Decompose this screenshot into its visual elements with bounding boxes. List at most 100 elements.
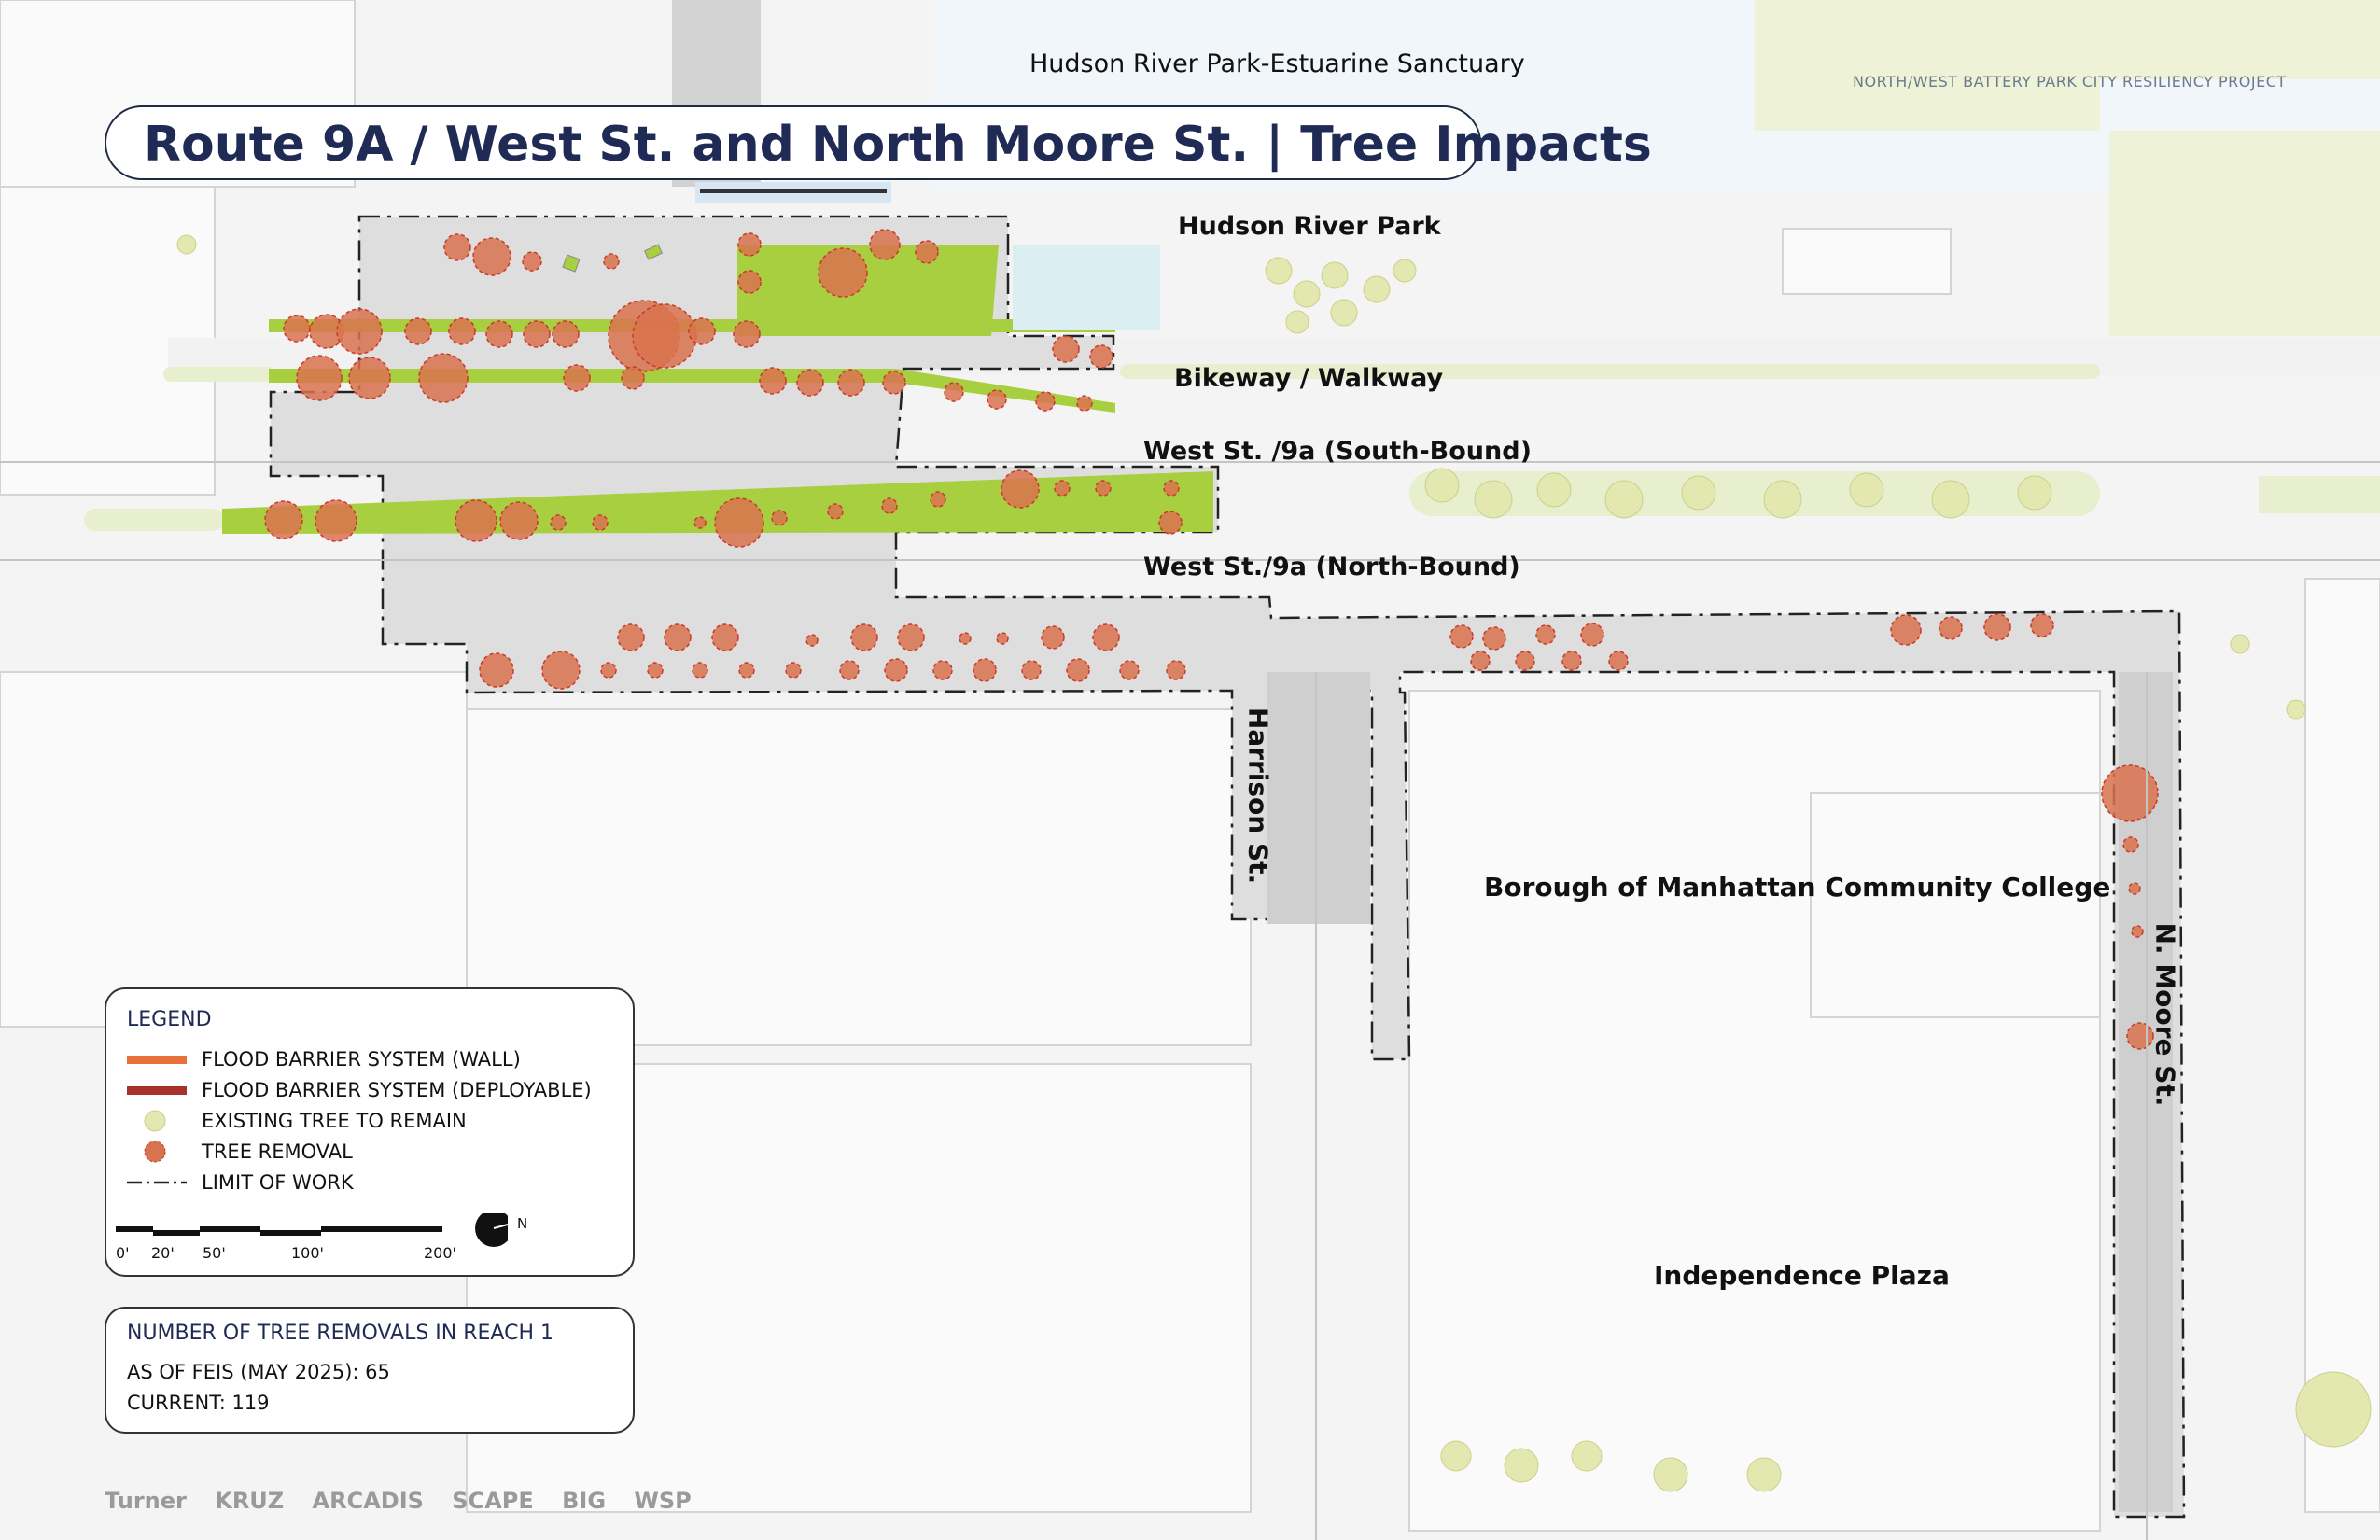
tree-removal	[1939, 616, 1963, 640]
tree-removal	[973, 658, 997, 682]
tree-removal	[2128, 882, 2141, 895]
tree-removal	[336, 308, 383, 355]
legend-panel: LEGEND FLOOD BARRIER SYSTEM (WALL) FLOOD…	[105, 987, 635, 1277]
label-sanctuary: Hudson River Park-Estuarine Sanctuary	[1029, 49, 1525, 78]
logo-big: BIG	[562, 1488, 607, 1514]
tree-removal	[1449, 624, 1474, 649]
legend-item-wall: FLOOD BARRIER SYSTEM (WALL)	[127, 1045, 521, 1073]
label-harrison: Harrison St.	[1242, 707, 1274, 885]
logo-turner: Turner	[105, 1488, 187, 1514]
tree-removal	[348, 357, 391, 399]
wall-line-icon	[127, 1056, 187, 1064]
logo-scape: SCAPE	[452, 1488, 534, 1514]
tree-removal	[523, 320, 551, 348]
tree-removal	[617, 623, 645, 651]
tree-removal	[592, 514, 609, 531]
existing-tree	[1746, 1457, 1782, 1492]
tree-removal	[796, 369, 824, 397]
tree-removal	[499, 501, 539, 540]
existing-tree	[1363, 275, 1391, 303]
existing-tree	[1424, 468, 1460, 503]
tree-removal	[884, 658, 908, 682]
tree-removal	[1021, 660, 1042, 680]
legend-label: FLOOD BARRIER SYSTEM (DEPLOYABLE)	[202, 1079, 592, 1101]
tree-removal	[869, 229, 901, 260]
tree-removal	[541, 651, 581, 690]
tree-removal	[552, 320, 580, 348]
pool	[1013, 245, 1160, 330]
tree-removal	[915, 240, 939, 264]
tree-removal	[664, 623, 692, 651]
tree-removal	[714, 497, 764, 548]
tree-removal	[1163, 480, 1180, 497]
existing-tree	[1330, 299, 1358, 327]
tree-removal	[1983, 613, 2011, 641]
existing-tree	[1653, 1457, 1688, 1492]
existing-tree	[1571, 1440, 1603, 1472]
tree-removal	[785, 662, 802, 679]
existing-tree	[1849, 472, 1884, 508]
park-lawn-east	[2109, 131, 2380, 336]
tree-removal	[688, 317, 716, 345]
tree-removal	[2101, 764, 2159, 822]
tree-removal	[1890, 614, 1922, 646]
tree-removal	[563, 364, 591, 392]
project-name: NORTH/WEST BATTERY PARK CITY RESILIENCY …	[1853, 73, 2287, 91]
tree-removal	[1001, 469, 1040, 509]
tree-removal	[2122, 836, 2139, 853]
tree-removal	[1470, 651, 1491, 671]
tree-removal	[737, 232, 762, 257]
label-bikeway: Bikeway / Walkway	[1174, 364, 1444, 393]
legend-label: LIMIT OF WORK	[202, 1171, 354, 1194]
existing-tree	[2230, 634, 2250, 654]
tree-removal	[632, 303, 697, 369]
tree-removal	[1608, 651, 1629, 671]
legend-item-tree-remain: EXISTING TREE TO REMAIN	[127, 1107, 467, 1135]
tree-removal	[1035, 391, 1056, 412]
label-south-bound: West St. /9a (South-Bound)	[1143, 437, 1532, 466]
tree-removal	[1041, 625, 1065, 650]
tree-removal	[1092, 623, 1120, 651]
tree-removal	[996, 632, 1009, 645]
tree-removal	[1052, 335, 1080, 363]
north-label: N	[517, 1215, 528, 1232]
tree-count-current: CURRENT: 119	[127, 1392, 270, 1414]
logo-arcadis: ARCADIS	[312, 1488, 424, 1514]
deployable-line-icon	[127, 1086, 187, 1095]
north-arrow-icon	[475, 1213, 508, 1247]
tree-removal	[1054, 480, 1071, 497]
label-n-moore: N. Moore St.	[2149, 922, 2181, 1107]
firm-logos: Turner KRUZ ARCADIS SCAPE BIG WSP	[105, 1488, 712, 1514]
scale-tick: 0'	[116, 1244, 130, 1262]
tree-count-panel: NUMBER OF TREE REMOVALS IN REACH 1 AS OF…	[105, 1307, 635, 1434]
southbound-median-far	[2259, 476, 2380, 513]
tree-removal	[1482, 626, 1506, 651]
tree-removal	[1561, 651, 1582, 671]
limit-of-work-icon	[127, 1181, 187, 1184]
tree-removal	[805, 634, 819, 647]
existing-tree	[1681, 475, 1716, 511]
tree-removal	[472, 237, 511, 276]
existing-tree	[1504, 1448, 1539, 1483]
existing-tree	[1931, 480, 1970, 519]
tree-removal	[737, 270, 762, 294]
tree-count-title: NUMBER OF TREE REMOVALS IN REACH 1	[127, 1322, 553, 1345]
scale-tick: 20'	[151, 1244, 175, 1262]
tree-removal	[283, 315, 311, 343]
tree-removal	[882, 371, 906, 395]
label-park: Hudson River Park	[1178, 212, 1441, 241]
tree-removal	[987, 389, 1007, 410]
tree-removal	[818, 247, 868, 298]
tree-removal	[759, 367, 787, 395]
existing-tree	[1285, 310, 1309, 334]
tree-removal	[932, 660, 953, 680]
existing-tree	[1474, 480, 1513, 519]
title-pill: Route 9A / West St. and North Moore St. …	[105, 105, 1652, 180]
tree-removal	[1535, 624, 1556, 645]
legend-label: TREE REMOVAL	[202, 1141, 353, 1163]
tree-removal	[959, 632, 972, 645]
tree-removal	[839, 660, 860, 680]
tree-removal	[550, 514, 567, 531]
existing-tree	[1440, 1440, 1472, 1472]
legend-title: LEGEND	[127, 1008, 212, 1031]
